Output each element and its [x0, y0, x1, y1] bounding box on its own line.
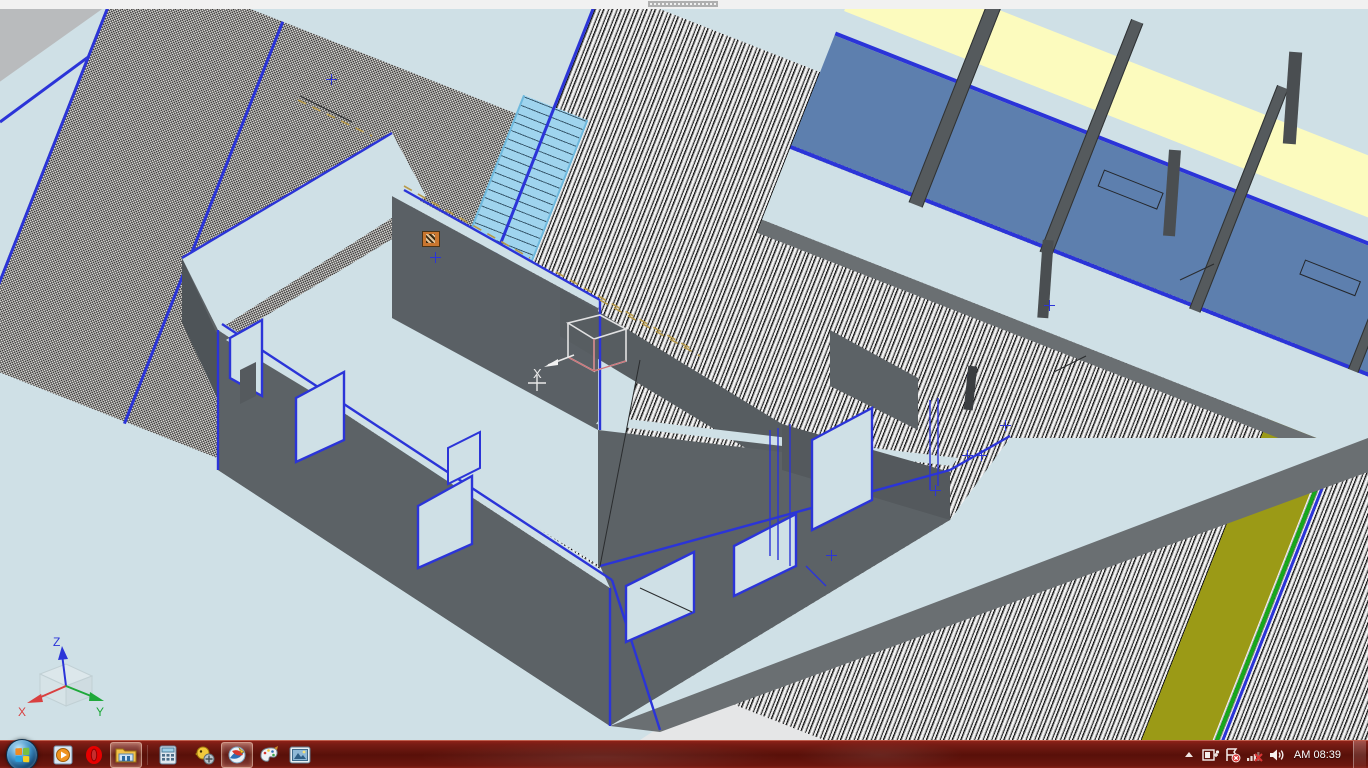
- tray-safely-remove-hardware[interactable]: [1200, 743, 1222, 767]
- snap-marker: [326, 74, 337, 85]
- action-center-flag-icon: [1226, 748, 1241, 763]
- taskbar-item-media-player[interactable]: [48, 743, 78, 767]
- desktop-screen: X Z X Y AM 08:39: [0, 0, 1368, 768]
- axis-label-x: X: [18, 705, 26, 719]
- taskbar-item-paint[interactable]: [254, 743, 284, 767]
- paint-icon: [260, 746, 278, 762]
- taskbar-clock[interactable]: AM 08:39: [1288, 749, 1351, 761]
- taskbar-item-cad-app[interactable]: [221, 742, 253, 768]
- quick-launch-bar[interactable]: [48, 741, 315, 768]
- network-signal-icon: [1246, 752, 1263, 762]
- snap-marker: [1000, 420, 1011, 431]
- move-gizmo[interactable]: X: [528, 305, 648, 400]
- building-shell[interactable]: [0, 0, 1368, 740]
- axis-label-y: Y: [96, 705, 104, 719]
- safely-remove-hardware-icon: [1202, 749, 1220, 761]
- system-tray[interactable]: AM 08:39: [1178, 741, 1368, 768]
- snap-marker: [930, 485, 941, 496]
- wall-panel-mid: [830, 330, 918, 430]
- file-explorer-icon: [115, 748, 137, 763]
- tray-network[interactable]: [1244, 743, 1266, 767]
- snap-marker: [962, 450, 973, 461]
- show-hidden-icons-button[interactable]: [1178, 743, 1200, 767]
- taskbar-item-image-viewer[interactable]: [285, 743, 315, 767]
- cad-app-icon: [228, 746, 246, 764]
- component-marker[interactable]: [422, 231, 440, 247]
- start-orb-icon: [6, 739, 38, 768]
- volume-speaker-icon: [1269, 749, 1284, 761]
- axis-label-z: Z: [53, 635, 60, 649]
- snap-marker: [430, 252, 441, 263]
- converter-icon: [195, 746, 215, 765]
- opera-browser-icon: [86, 746, 102, 764]
- snap-marker: [826, 550, 837, 561]
- windows-taskbar[interactable]: AM 08:39: [0, 739, 1368, 768]
- taskbar-item-converter[interactable]: [190, 743, 220, 767]
- toolbar-drag-handle[interactable]: [648, 1, 718, 7]
- taskbar-item-file-explorer[interactable]: [110, 742, 142, 768]
- windows-flag-icon: [15, 747, 30, 763]
- taskbar-item-opera[interactable]: [79, 743, 109, 767]
- calculator-icon: [159, 745, 177, 765]
- chevron-up-icon: [1184, 752, 1193, 757]
- tray-action-center[interactable]: [1222, 743, 1244, 767]
- image-viewer-icon: [289, 746, 311, 764]
- view-axis-triad[interactable]: Z X Y: [12, 632, 120, 720]
- show-desktop-button[interactable]: [1353, 741, 1366, 768]
- snap-marker: [1044, 300, 1055, 311]
- taskbar-divider: [147, 745, 148, 765]
- cad-3d-viewport[interactable]: X Z X Y: [0, 0, 1368, 740]
- media-player-icon: [53, 745, 73, 765]
- start-button[interactable]: [0, 739, 44, 768]
- snap-marker: [976, 450, 987, 461]
- taskbar-item-calculator[interactable]: [153, 743, 183, 767]
- tray-volume[interactable]: [1266, 743, 1288, 767]
